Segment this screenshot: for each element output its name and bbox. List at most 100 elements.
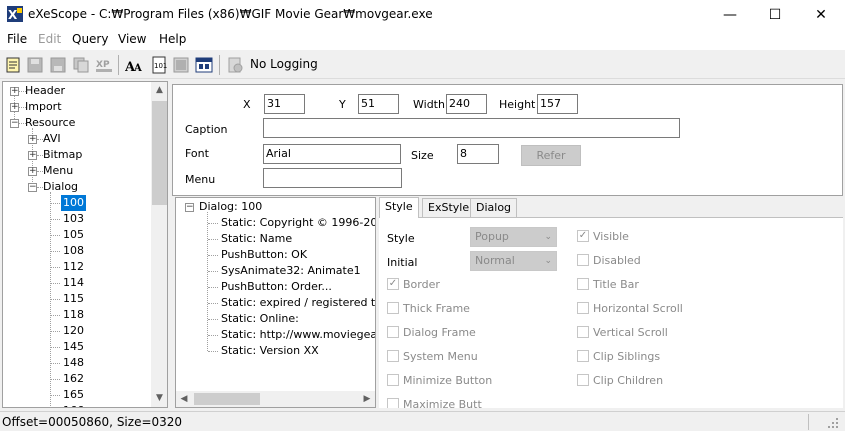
collapse-icon[interactable]: − xyxy=(10,119,19,128)
tree-item-label: 114 xyxy=(63,276,84,289)
size-field[interactable]: 8 xyxy=(457,144,499,164)
scroll-right-icon[interactable]: ▶ xyxy=(359,391,375,407)
dialog-control-tree[interactable]: − Dialog: 100 Static: Copyright © 1996-2… xyxy=(175,197,376,408)
y-label: Y xyxy=(339,98,346,111)
expand-icon[interactable]: + xyxy=(28,151,37,160)
checkbox-box[interactable] xyxy=(577,350,589,362)
tree-item-label: 120 xyxy=(63,324,84,337)
width-field[interactable]: 240 xyxy=(446,94,487,114)
save-icon[interactable] xyxy=(26,56,44,74)
collapse-icon[interactable]: − xyxy=(28,183,37,192)
svg-text:X: X xyxy=(8,8,18,22)
caption-field[interactable] xyxy=(263,118,680,138)
dialog-control-item[interactable]: Static: http://www.moviegear.cc xyxy=(221,327,375,343)
tab-exstyle[interactable]: ExStyle xyxy=(422,198,476,217)
checkbox-disabled[interactable]: Disabled xyxy=(577,253,641,269)
checkbox-title-bar[interactable]: Title Bar xyxy=(577,277,639,293)
image-icon[interactable] xyxy=(172,56,190,74)
checkmark-icon[interactable]: ✓ xyxy=(577,230,589,242)
minimize-button[interactable]: — xyxy=(707,0,753,30)
text-file-icon[interactable]: 101 xyxy=(150,56,168,74)
close-button[interactable]: ✕ xyxy=(798,0,844,30)
menu-query[interactable]: Query xyxy=(72,32,108,46)
scroll-left-icon[interactable]: ◀ xyxy=(176,391,192,407)
style-combo-value: Popup xyxy=(475,230,509,243)
x-field[interactable]: 31 xyxy=(264,94,305,114)
tab-style[interactable]: Style xyxy=(379,197,419,218)
initial-combo[interactable]: Normal ⌄ xyxy=(470,251,557,271)
logging-status: No Logging xyxy=(250,57,318,71)
checkbox-label: Minimize Button xyxy=(403,374,493,387)
height-field[interactable]: 157 xyxy=(537,94,578,114)
checkbox-visible[interactable]: ✓ Visible xyxy=(577,229,629,245)
dialog-control-item[interactable]: SysAnimate32: Animate1 xyxy=(221,263,361,279)
menu-view[interactable]: View xyxy=(118,32,146,46)
scroll-down-icon[interactable]: ▼ xyxy=(151,390,167,407)
resize-grip-icon[interactable] xyxy=(826,416,840,430)
expand-icon[interactable]: + xyxy=(28,167,37,176)
checkbox-box[interactable] xyxy=(577,374,589,386)
dialog-control-item[interactable]: Static: expired / registered to: xyxy=(221,295,375,311)
dialog-control-item[interactable]: PushButton: Order... xyxy=(221,279,332,295)
refer-button[interactable]: Refer xyxy=(521,145,581,166)
style-combo[interactable]: Popup ⌄ xyxy=(470,227,557,247)
xp-icon[interactable]: XP xyxy=(95,56,113,74)
checkbox-box[interactable] xyxy=(387,374,399,386)
tree-item-label: 162 xyxy=(63,372,84,385)
expand-icon[interactable]: + xyxy=(10,103,19,112)
checkbox-box[interactable] xyxy=(577,278,589,290)
checkbox-box[interactable] xyxy=(387,302,399,314)
menu-edit[interactable]: Edit xyxy=(38,32,61,46)
checkbox-box[interactable] xyxy=(387,326,399,338)
checkbox-box[interactable] xyxy=(387,398,399,408)
checkbox-dialog-frame[interactable]: Dialog Frame xyxy=(387,325,476,341)
tree-item-label: 105 xyxy=(63,228,84,241)
log-icon[interactable] xyxy=(226,56,244,74)
checkbox-border[interactable]: ✓ Border xyxy=(387,277,440,293)
checkbox-box[interactable] xyxy=(577,254,589,266)
tree-scrollbar[interactable]: ▲ ▼ xyxy=(151,82,167,407)
checkbox-thick-frame[interactable]: Thick Frame xyxy=(387,301,470,317)
y-field[interactable]: 51 xyxy=(358,94,399,114)
collapse-icon[interactable]: − xyxy=(185,203,194,212)
tree-item-label: 108 xyxy=(63,244,84,257)
copy-icon[interactable] xyxy=(72,56,90,74)
window-icon[interactable] xyxy=(195,56,213,74)
menu-label: Menu xyxy=(185,173,216,186)
checkbox-clip-siblings[interactable]: Clip Siblings xyxy=(577,349,660,365)
checkbox-maximize-butt[interactable]: Maximize Butt xyxy=(387,397,482,408)
dialog-control-item[interactable]: Static: Name xyxy=(221,231,292,247)
save-as-icon[interactable] xyxy=(49,56,67,74)
dialog-control-item[interactable]: Static: Online: xyxy=(221,311,299,327)
checkbox-minimize-button[interactable]: Minimize Button xyxy=(387,373,492,389)
scroll-thumb[interactable] xyxy=(194,393,260,405)
scroll-up-icon[interactable]: ▲ xyxy=(151,82,167,99)
expand-icon[interactable]: + xyxy=(28,135,37,144)
checkbox-system-menu[interactable]: System Menu xyxy=(387,349,478,365)
resource-tree[interactable]: + Header + Import − Resource + AVI + Bit… xyxy=(2,81,168,408)
checkbox-clip-children[interactable]: Clip Children xyxy=(577,373,663,389)
dialog-control-item[interactable]: Static: Copyright © 1996-2000 g xyxy=(221,215,375,231)
checkmark-icon[interactable]: ✓ xyxy=(387,278,399,290)
maximize-button[interactable]: ☐ xyxy=(752,0,798,30)
menu-field[interactable] xyxy=(263,168,402,188)
menu-file[interactable]: File xyxy=(7,32,27,46)
tree-item-label: Bitmap xyxy=(43,148,83,161)
tab-dialog[interactable]: Dialog xyxy=(470,198,518,217)
checkbox-box[interactable] xyxy=(577,302,589,314)
checkbox-vertical-scroll[interactable]: Vertical Scroll xyxy=(577,325,668,341)
checkbox-box[interactable] xyxy=(387,350,399,362)
menu-help[interactable]: Help xyxy=(159,32,186,46)
checkbox-box[interactable] xyxy=(577,326,589,338)
font-field[interactable]: Arial xyxy=(263,144,401,164)
expand-icon[interactable]: + xyxy=(10,87,19,96)
scroll-thumb[interactable] xyxy=(152,101,167,205)
dialog-tree-hscrollbar[interactable]: ◀ ▶ xyxy=(176,391,375,407)
tree-item-label: 112 xyxy=(63,260,84,273)
dialog-control-item[interactable]: Static: Version XX xyxy=(221,343,319,359)
size-label: Size xyxy=(411,149,434,162)
checkbox-horizontal-scroll[interactable]: Horizontal Scroll xyxy=(577,301,683,317)
dialog-control-item[interactable]: PushButton: OK xyxy=(221,247,307,263)
new-doc-icon[interactable] xyxy=(4,56,22,74)
font-icon[interactable]: AA xyxy=(125,56,143,74)
